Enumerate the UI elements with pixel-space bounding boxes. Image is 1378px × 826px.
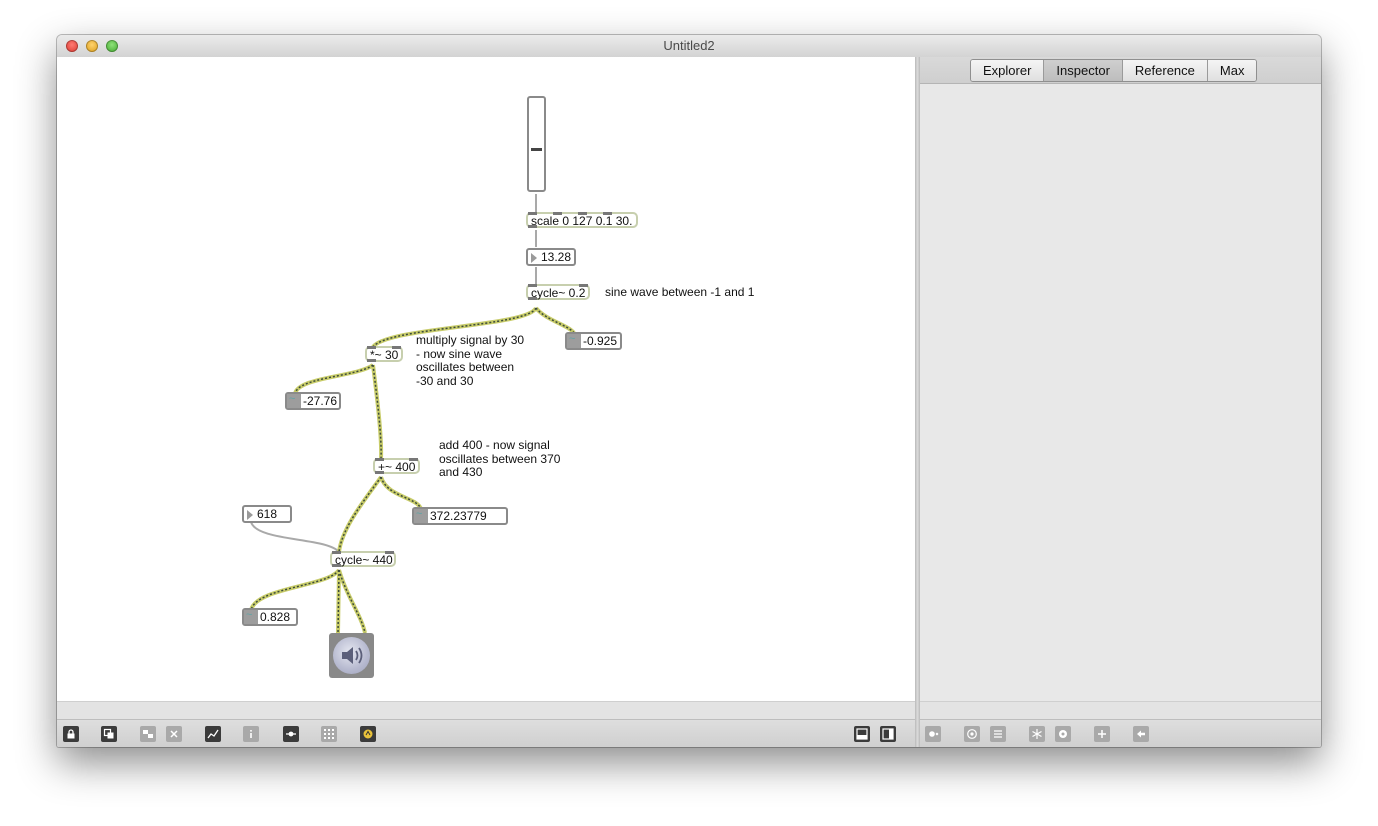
- back-icon[interactable]: [1133, 726, 1149, 742]
- signal-display-lfo: -0.925: [565, 332, 622, 350]
- list-icon[interactable]: [990, 726, 1006, 742]
- signal-display-multiply: -27.76: [285, 392, 341, 410]
- outlet[interactable]: [528, 225, 537, 228]
- inlet[interactable]: [578, 212, 587, 215]
- cycle-osc-object[interactable]: cycle~ 440: [330, 551, 396, 567]
- signal-icon: [567, 332, 581, 348]
- presentation-icon[interactable]: [101, 726, 117, 742]
- cycle-lfo-label: cycle~ 0.2: [531, 286, 586, 300]
- grid-icon[interactable]: [321, 726, 337, 742]
- inlet[interactable]: [375, 458, 384, 461]
- signal-icon: [287, 392, 301, 408]
- bottom-panel-icon[interactable]: [854, 726, 870, 742]
- add-icon[interactable]: [1094, 726, 1110, 742]
- side-panel-icon[interactable]: [880, 726, 896, 742]
- inlet[interactable]: [553, 212, 562, 215]
- tab-inspector[interactable]: Inspector: [1043, 60, 1122, 81]
- ezdac-speaker-button[interactable]: [329, 633, 374, 678]
- object-palette-icon[interactable]: [140, 726, 156, 742]
- multiply-signal-object[interactable]: *~ 30: [365, 346, 403, 362]
- info-icon[interactable]: [243, 726, 259, 742]
- lock-icon[interactable]: [63, 726, 79, 742]
- settings-icon[interactable]: [925, 726, 941, 742]
- scale-object[interactable]: scale 0 127 0.1 30.: [526, 212, 638, 228]
- chart-icon[interactable]: [205, 726, 221, 742]
- speaker-icon: [333, 637, 370, 674]
- title-bar: Untitled2: [57, 35, 1321, 58]
- app-window: Untitled2 scale 0 127 0.1 30. 13.28 cycl…: [57, 35, 1321, 747]
- number-value: 618: [257, 507, 278, 521]
- tab-max[interactable]: Max: [1206, 60, 1257, 81]
- sidebar: Explorer Inspector Reference Max: [920, 57, 1321, 701]
- inlet[interactable]: [603, 212, 612, 215]
- signal-value: -27.76: [303, 394, 338, 408]
- tab-explorer[interactable]: Explorer: [971, 60, 1044, 81]
- outlet[interactable]: [375, 471, 384, 474]
- inlet[interactable]: [392, 346, 401, 349]
- number-box-frequency[interactable]: 618: [242, 505, 292, 523]
- sidebar-toolbar: [920, 719, 1321, 747]
- slider-knob[interactable]: [531, 148, 542, 151]
- outlet[interactable]: [367, 359, 376, 362]
- sidebar-status-strip: [920, 701, 1321, 720]
- number-triangle-icon: [531, 253, 537, 263]
- comment-multiply: multiply signal by 30 - now sine wave os…: [416, 333, 525, 388]
- cycle-osc-label: cycle~ 440: [335, 553, 393, 567]
- outlet[interactable]: [528, 297, 537, 300]
- inlet[interactable]: [579, 284, 588, 287]
- signal-icon: [244, 608, 258, 624]
- delete-icon[interactable]: [166, 726, 182, 742]
- sidebar-tab-bar: Explorer Inspector Reference Max: [920, 57, 1321, 84]
- number-triangle-icon: [247, 510, 253, 520]
- number-value: 13.28: [541, 250, 572, 264]
- sidebar-tabs: Explorer Inspector Reference Max: [970, 59, 1258, 82]
- status-strip: [57, 701, 915, 720]
- signal-icon: [414, 507, 428, 523]
- signal-display-add: 372.23779: [412, 507, 508, 525]
- inlet[interactable]: [367, 346, 376, 349]
- signal-value: -0.925: [583, 334, 618, 348]
- signal-value: 372.23779: [430, 509, 487, 523]
- signal-value: 0.828: [260, 610, 291, 624]
- outlet[interactable]: [332, 564, 341, 567]
- inlet[interactable]: [332, 551, 341, 554]
- patcher-canvas[interactable]: scale 0 127 0.1 30. 13.28 cycle~ 0.2 sin…: [57, 57, 915, 701]
- comment-lfo: sine wave between -1 and 1: [605, 285, 755, 299]
- inlet[interactable]: [385, 551, 394, 554]
- at-icon[interactable]: [964, 726, 980, 742]
- inlet[interactable]: [528, 284, 537, 287]
- vertical-slider[interactable]: [527, 96, 546, 192]
- cycle-lfo-object[interactable]: cycle~ 0.2: [526, 284, 590, 300]
- audio-dsp-icon[interactable]: [360, 726, 376, 742]
- add-signal-object[interactable]: +~ 400: [373, 458, 420, 474]
- scale-object-label: scale 0 127 0.1 30.: [531, 214, 633, 228]
- slider-icon[interactable]: [283, 726, 299, 742]
- inlet[interactable]: [409, 458, 418, 461]
- number-box-rate[interactable]: 13.28: [526, 248, 576, 266]
- inlet[interactable]: [528, 212, 537, 215]
- tab-reference[interactable]: Reference: [1121, 60, 1207, 81]
- gear-icon[interactable]: [1055, 726, 1071, 742]
- window-title: Untitled2: [663, 38, 715, 53]
- freeze-icon[interactable]: [1029, 726, 1045, 742]
- signal-display-osc: 0.828: [242, 608, 298, 626]
- patcher-toolbar: [57, 719, 915, 747]
- comment-add: add 400 - now signal oscillates between …: [439, 438, 561, 479]
